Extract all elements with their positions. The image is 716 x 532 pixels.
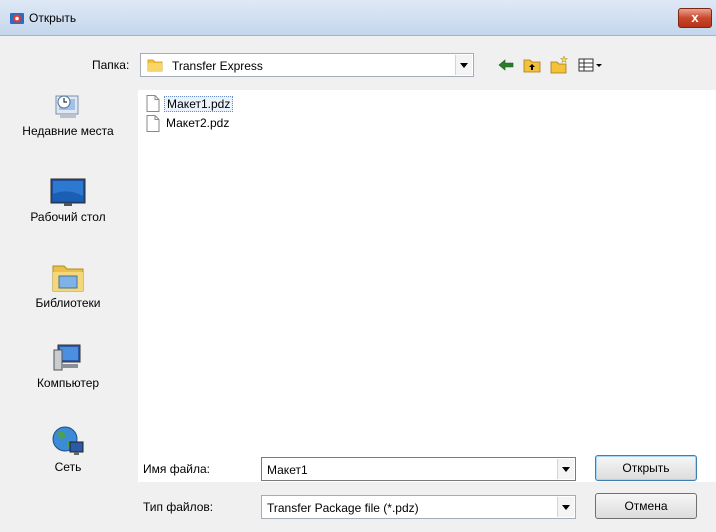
open-button[interactable]: Открыть [595, 455, 697, 481]
libraries-icon [52, 265, 84, 292]
place-label-computer: Компьютер [36, 376, 100, 390]
file-type-select[interactable]: Transfer Package file (*.pdz) [261, 495, 576, 519]
place-label-desktop: Рабочий стол [30, 210, 106, 224]
document-icon [146, 95, 160, 112]
network-icon [52, 426, 84, 455]
file-name: Макет1.pdz [164, 96, 234, 112]
place-label-recent: Недавние места [22, 124, 114, 138]
close-icon: x [691, 10, 699, 25]
current-folder: Transfer Express [172, 59, 263, 73]
new-folder-icon[interactable] [549, 55, 569, 75]
place-desktop[interactable]: Рабочий стол [0, 176, 136, 224]
folder-icon [147, 59, 163, 72]
file-list[interactable]: Макет1.pdz Макет2.pdz [138, 90, 716, 482]
recent-places-icon [55, 95, 79, 118]
file-type-value: Transfer Package file (*.pdz) [267, 501, 419, 515]
back-arrow-icon[interactable] [496, 55, 516, 75]
folder-select[interactable]: Transfer Express [140, 53, 474, 77]
document-icon [146, 115, 160, 132]
place-label-libraries: Библиотеки [35, 296, 101, 310]
file-name: Макет2.pdz [166, 116, 230, 130]
place-libraries[interactable]: Библиотеки [0, 260, 136, 310]
place-recent[interactable]: Недавние места [0, 90, 136, 138]
window-title: Открыть [29, 11, 77, 25]
file-type-label: Тип файлов: [143, 500, 214, 514]
file-name-value: Макет1 [267, 463, 308, 477]
chevron-down-icon[interactable] [455, 55, 472, 75]
app-icon [10, 13, 24, 24]
up-folder-icon[interactable] [522, 55, 542, 75]
place-computer[interactable]: Компьютер [0, 342, 136, 390]
chevron-down-icon[interactable] [557, 497, 574, 517]
file-name-field[interactable]: Макет1 [261, 457, 576, 481]
dialog-body: Папка: Transfer Express Недавние места Р… [0, 36, 716, 532]
computer-icon [53, 344, 81, 371]
chevron-down-icon[interactable] [557, 459, 574, 479]
desktop-icon [50, 178, 86, 206]
file-name-label: Имя файла: [143, 462, 210, 476]
view-menu-icon[interactable] [577, 55, 605, 75]
places-bar: Недавние места Рабочий стол Библиотеки К… [0, 90, 136, 482]
folder-label: Папка: [92, 58, 130, 72]
place-label-network: Сеть [54, 460, 82, 474]
place-network[interactable]: Сеть [0, 422, 136, 474]
close-button[interactable]: x [678, 8, 712, 28]
title-bar: Открыть x [0, 0, 716, 36]
cancel-button[interactable]: Отмена [595, 493, 697, 519]
